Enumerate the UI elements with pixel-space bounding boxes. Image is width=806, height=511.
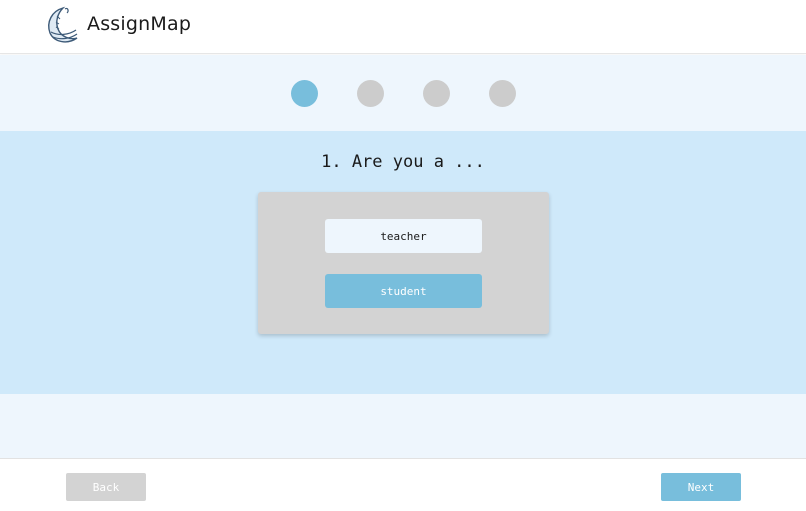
step-4-indicator	[489, 80, 516, 107]
app-name: AssignMap	[87, 13, 192, 35]
step-3-indicator	[423, 80, 450, 107]
app-header: AssignMap	[0, 0, 806, 54]
question-title: 1. Are you a ...	[321, 152, 485, 172]
spacer-band	[0, 394, 806, 458]
progress-stepper	[0, 55, 806, 131]
teacher-option-button[interactable]: teacher	[325, 219, 482, 253]
question-section: 1. Are you a ... teacher student	[0, 131, 806, 394]
footer-nav: Back Next	[0, 458, 806, 511]
moon-book-logo-icon[interactable]	[43, 5, 81, 45]
step-2-indicator	[357, 80, 384, 107]
next-button[interactable]: Next	[661, 473, 741, 501]
back-button[interactable]: Back	[66, 473, 146, 501]
student-option-button[interactable]: student	[325, 274, 482, 308]
step-1-indicator	[291, 80, 318, 107]
options-card: teacher student	[258, 192, 549, 334]
